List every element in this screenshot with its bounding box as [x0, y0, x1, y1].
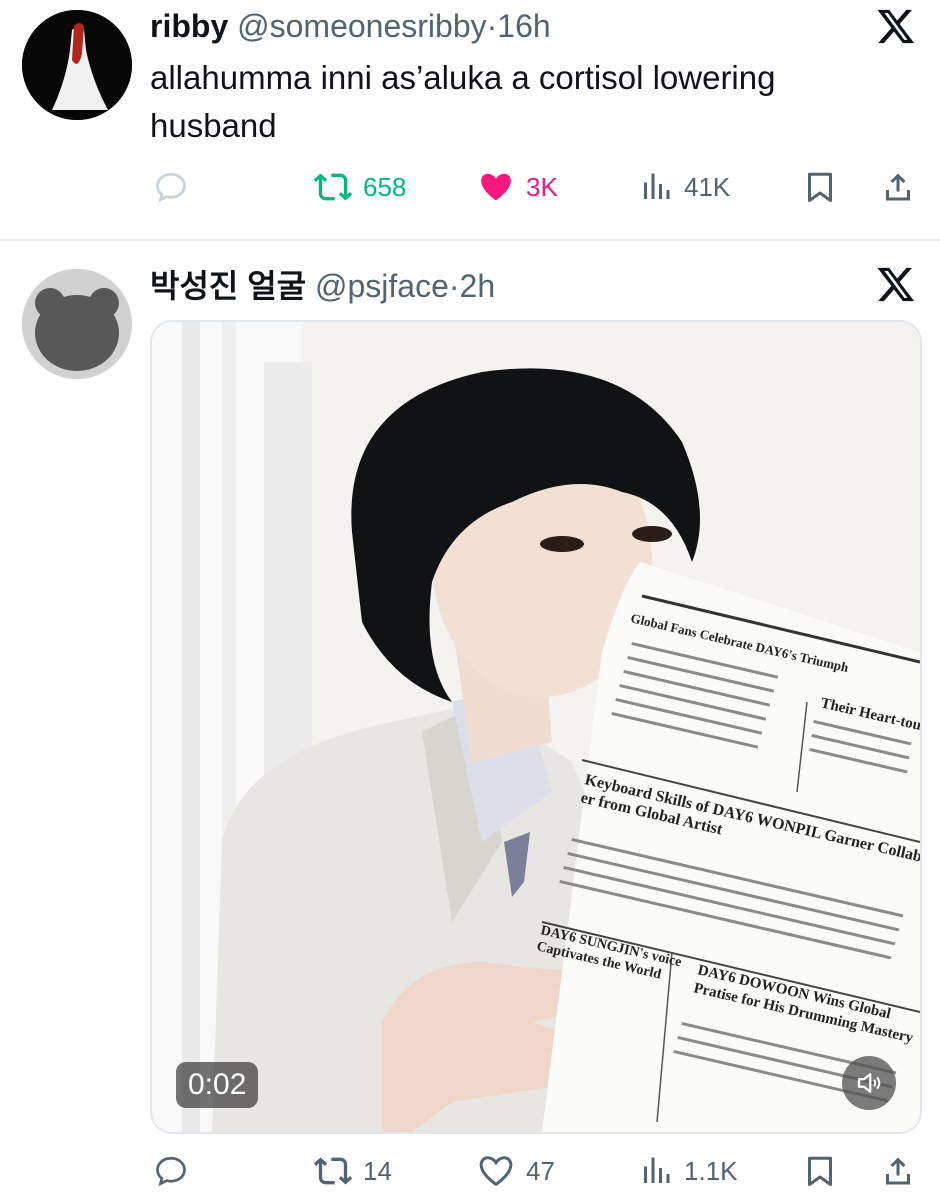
reply-button[interactable]	[153, 162, 199, 212]
retweet-icon	[313, 173, 353, 201]
bookmark-button[interactable]	[802, 1146, 838, 1196]
retweet-count: 14	[363, 1155, 392, 1186]
tweet-card[interactable]: 박성진 얼굴 @psjface·2h Global Fans Celebrate…	[0, 242, 940, 1200]
like-count: 3K	[526, 171, 558, 202]
bear-avatar-icon	[22, 269, 132, 379]
retweet-icon	[313, 1157, 353, 1185]
views-chart-icon	[644, 173, 670, 199]
reply-icon	[156, 172, 186, 203]
separator-dot: ·	[448, 268, 460, 304]
user-handle[interactable]: @psjface	[315, 268, 449, 304]
bookmark-icon	[808, 1156, 832, 1186]
display-name[interactable]: 박성진 얼굴	[150, 268, 306, 304]
like-button[interactable]: 47	[476, 1146, 555, 1196]
x-logo-icon[interactable]	[876, 264, 916, 304]
share-icon	[886, 173, 910, 201]
bookmark-button[interactable]	[802, 162, 838, 212]
timestamp[interactable]: 16h	[497, 8, 550, 44]
avatar-image	[22, 10, 132, 120]
retweet-button[interactable]: 658	[313, 162, 406, 212]
mute-button[interactable]	[842, 1056, 896, 1110]
views-count: 1.1K	[684, 1155, 738, 1186]
views-button[interactable]: 1.1K	[638, 1146, 738, 1196]
avatar[interactable]	[22, 10, 132, 120]
tweet-actions: 14 47 1.1K	[0, 1146, 940, 1196]
retweet-button[interactable]: 14	[313, 1146, 392, 1196]
views-count: 41K	[684, 171, 731, 202]
video-player[interactable]: Global Fans Celebrate DAY6's Triumph The…	[150, 320, 922, 1134]
views-chart-icon	[644, 1157, 670, 1183]
x-logo-icon[interactable]	[876, 6, 916, 46]
timestamp[interactable]: 2h	[460, 268, 496, 304]
reply-button[interactable]	[153, 1146, 199, 1196]
retweet-count: 658	[363, 171, 407, 202]
separator-dot: ·	[486, 8, 498, 44]
display-name[interactable]: ribby	[150, 8, 228, 44]
reply-icon	[156, 1156, 186, 1187]
tweet-header: 박성진 얼굴 @psjface·2h	[150, 266, 495, 306]
tweet-header: ribby @someonesribby·16h	[150, 6, 551, 46]
tweet-text: allahumma inni as’aluka a cortisol lower…	[150, 59, 776, 144]
like-button[interactable]: 3K	[476, 162, 558, 212]
video-timer: 0:02	[176, 1062, 259, 1108]
views-button[interactable]: 41K	[638, 162, 730, 212]
avatar[interactable]	[22, 269, 132, 379]
tweet-card[interactable]: ribby @someonesribby·16h allahumma inni …	[0, 0, 940, 240]
share-button[interactable]	[880, 1146, 916, 1196]
heart-outline-icon	[479, 1156, 513, 1187]
bookmark-icon	[808, 172, 832, 202]
video-frame: Global Fans Celebrate DAY6's Triumph The…	[152, 322, 920, 1132]
user-handle[interactable]: @someonesribby	[237, 8, 486, 44]
share-button[interactable]	[880, 162, 916, 212]
volume-muted-icon	[857, 1073, 881, 1093]
heart-filled-icon	[481, 173, 511, 201]
like-count: 47	[526, 1155, 555, 1186]
tweet-divider	[0, 239, 940, 241]
share-icon	[886, 1157, 910, 1185]
tweet-actions: 658 3K 41K	[0, 162, 940, 212]
